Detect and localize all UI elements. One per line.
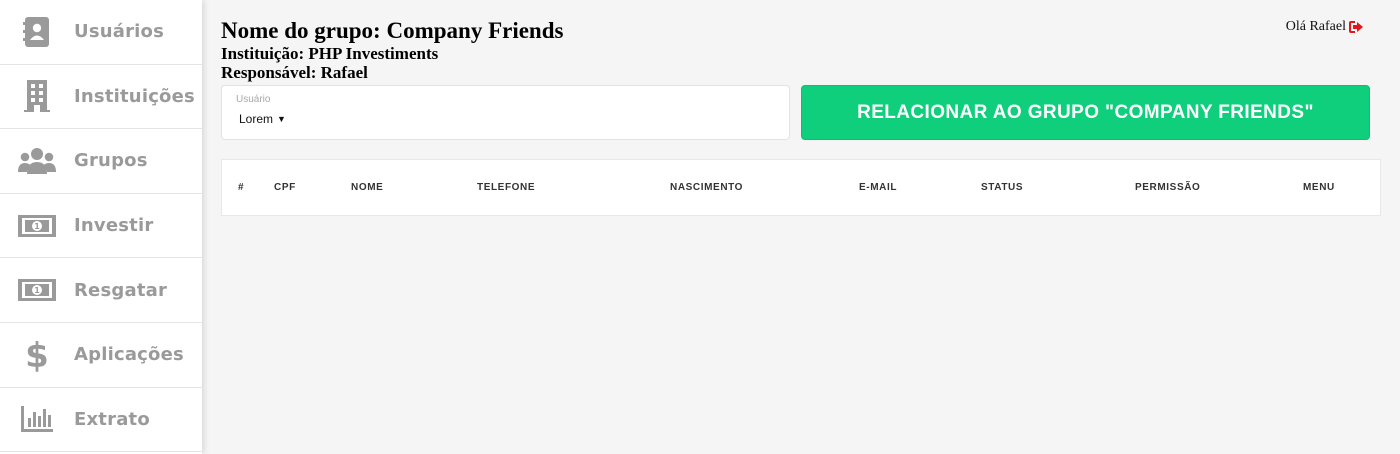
group-header: Nome do grupo: Company Friends Instituiç… [221,17,563,82]
sidebar-item-label: Grupos [74,150,148,172]
svg-text:1: 1 [34,286,40,295]
sidebar-item-investir[interactable]: 1 Investir [0,194,202,259]
column-header-nascimento[interactable]: NASCIMENTO [670,182,743,193]
selected-user: Lorem [239,112,274,126]
column-header-nome[interactable]: NOME [351,182,383,193]
column-header-email[interactable]: E-MAIL [859,182,897,193]
column-header-cpf[interactable]: CPF [274,182,296,193]
sidebar: Usuários Instituições Grupos 1 Investir … [0,0,202,454]
svg-text:$: $ [26,338,48,372]
sidebar-item-resgatar[interactable]: 1 Resgatar [0,258,202,323]
dollar-icon: $ [0,338,74,372]
column-header-status[interactable]: STATUS [981,182,1023,193]
column-header-index[interactable]: # [238,182,244,193]
sidebar-item-instituicoes[interactable]: Instituições [0,65,202,130]
sidebar-item-usuarios[interactable]: Usuários [0,0,202,65]
user-select-label: Usuário [236,94,271,105]
caret-down-icon: ▼ [277,114,286,124]
institution-info: Instituição: PHP Investiments [221,44,439,63]
column-header-permissao[interactable]: PERMISSÃO [1135,182,1200,193]
main-content: Olá Rafael Nome do grupo: Company Friend… [202,0,1400,454]
sidebar-item-grupos[interactable]: Grupos [0,129,202,194]
user-greeting: Olá Rafael [1286,19,1363,35]
sidebar-item-label: Extrato [74,408,150,430]
column-header-menu[interactable]: MENU [1303,182,1335,193]
sign-out-icon[interactable] [1349,21,1363,33]
sidebar-item-label: Resgatar [74,279,168,301]
column-header-telefone[interactable]: TELEFONE [477,182,535,193]
building-icon [0,80,74,113]
greeting-text: Olá Rafael [1285,19,1346,34]
user-select-value[interactable]: Lorem ▼ [239,112,286,126]
svg-text:1: 1 [34,222,40,231]
sidebar-item-label: Investir [74,215,154,237]
relate-to-group-button[interactable]: RELACIONAR AO GRUPO "COMPANY FRIENDS" [801,85,1370,140]
users-icon [0,147,74,175]
sidebar-item-label: Usuários [74,21,165,43]
user-select[interactable]: Usuário Lorem ▼ [221,85,790,140]
sidebar-item-label: Instituições [74,85,195,107]
sidebar-item-extrato[interactable]: Extrato [0,388,202,453]
responsible-info: Responsável: Rafael [221,63,368,82]
page-title: Nome do grupo: Company Friends [221,18,564,43]
members-table: # CPF NOME TELEFONE NASCIMENTO E-MAIL ST… [221,159,1381,216]
money-bill-icon: 1 [0,279,74,302]
address-book-icon [0,16,74,47]
sidebar-item-aplicacoes[interactable]: $ Aplicações [0,323,202,388]
money-bill-icon: 1 [0,214,74,237]
bar-chart-icon [0,406,74,433]
sidebar-item-label: Aplicações [74,344,184,366]
